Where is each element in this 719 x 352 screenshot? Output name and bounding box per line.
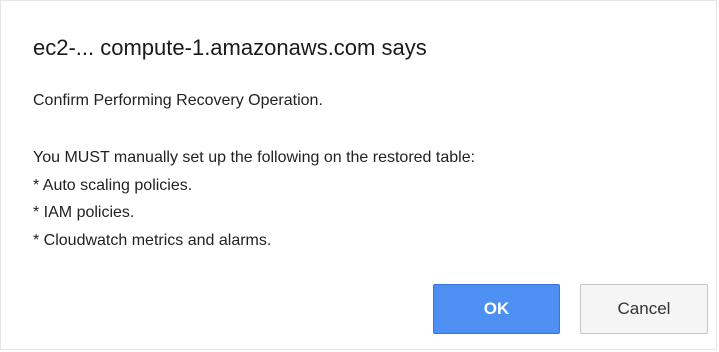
- confirm-message: Confirm Performing Recovery Operation.: [33, 92, 323, 109]
- ok-button[interactable]: OK: [433, 284, 560, 334]
- message-line: * Cloudwatch metrics and alarms.: [33, 232, 272, 249]
- alert-dialog: ec2-... compute-1.amazonaws.com says Con…: [0, 0, 717, 350]
- message-line: * IAM policies.: [33, 204, 135, 221]
- cancel-button[interactable]: Cancel: [580, 284, 708, 334]
- message-line: You MUST manually set up the following o…: [33, 149, 476, 166]
- dialog-title: ec2-... compute-1.amazonaws.com says: [33, 35, 427, 60]
- message-line: * Auto scaling policies.: [33, 177, 193, 194]
